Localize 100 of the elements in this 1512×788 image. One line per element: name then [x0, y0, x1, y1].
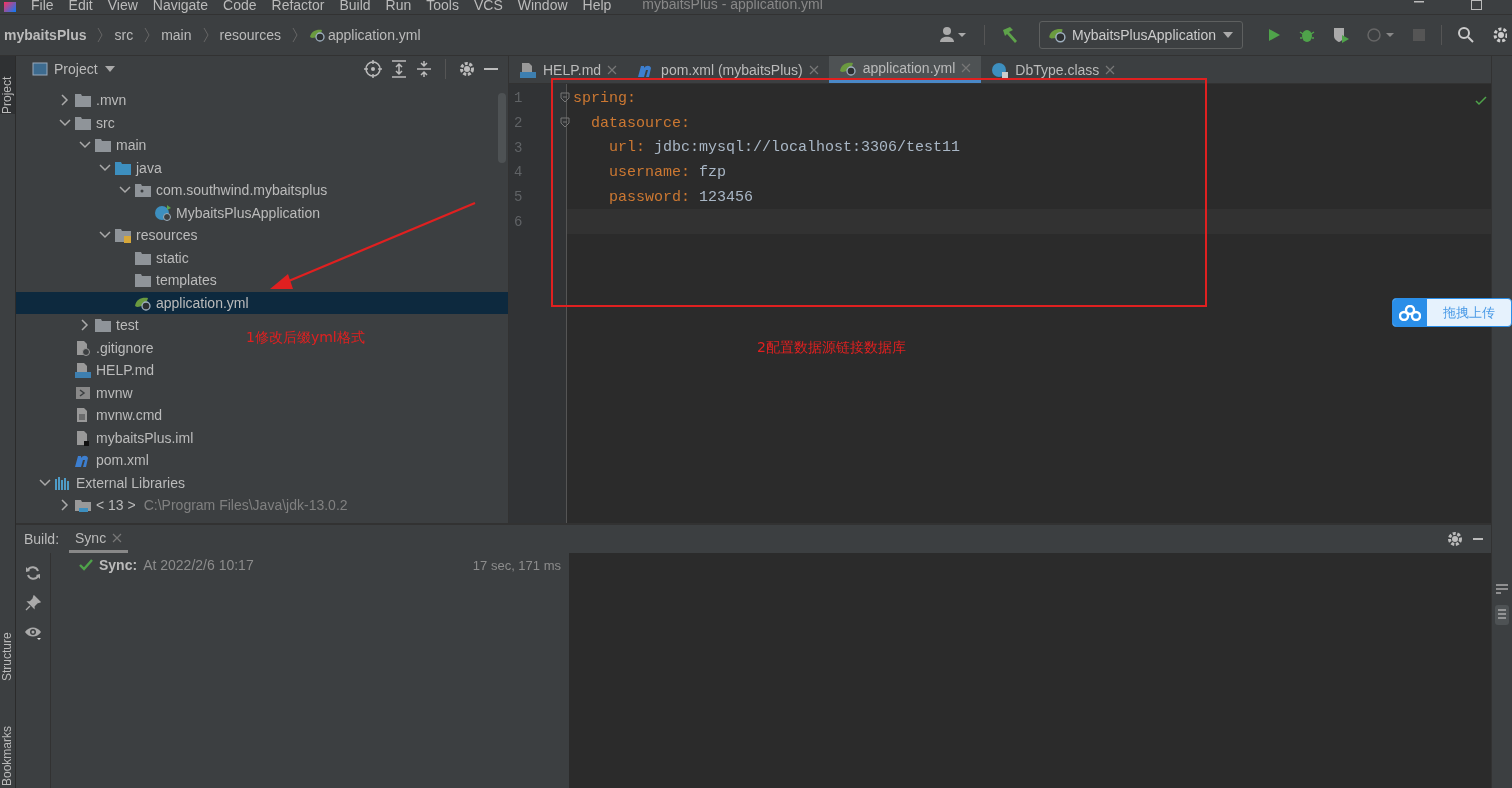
search-icon[interactable]: [1457, 26, 1475, 44]
chevron-right-icon[interactable]: [60, 499, 70, 512]
tree-item[interactable]: HELP.md: [16, 359, 159, 382]
chevron-down-icon[interactable]: [99, 162, 111, 173]
close-icon[interactable]: [1105, 64, 1116, 75]
file-icon: [74, 339, 92, 356]
chevron-down-icon[interactable]: [79, 140, 91, 151]
panel-title: Build:: [24, 531, 60, 547]
resources-folder-icon: [114, 227, 132, 244]
list-icon[interactable]: [1495, 583, 1509, 597]
build-title[interactable]: Sync:: [99, 557, 138, 573]
tree-item[interactable]: application.yml: [16, 291, 508, 314]
sync-icon[interactable]: [25, 565, 41, 581]
tree-item[interactable]: main: [16, 134, 151, 157]
code-key: datasource:: [591, 114, 691, 132]
markdown-file-icon: [519, 61, 537, 78]
eye-icon[interactable]: [24, 625, 42, 641]
close-icon[interactable]: [607, 64, 618, 75]
folder-icon: [134, 249, 152, 266]
editor-tab[interactable]: application.yml: [828, 56, 982, 83]
menu-item[interactable]: Build: [339, 0, 371, 12]
menu-item[interactable]: View: [107, 0, 138, 12]
chevron-right-icon[interactable]: [80, 319, 90, 332]
tree-item[interactable]: pom.xml: [16, 449, 153, 472]
checkmark-icon: [1475, 96, 1487, 106]
shield-run-icon[interactable]: [1332, 26, 1350, 44]
panel-title-dropdown[interactable]: Project: [32, 60, 116, 77]
tree-item[interactable]: mvnw: [16, 381, 137, 404]
leaf-file-icon: [838, 60, 857, 76]
settings-icon[interactable]: [1447, 531, 1463, 547]
chevron-right-icon[interactable]: [60, 94, 70, 107]
panel-tab[interactable]: Sync: [69, 525, 129, 553]
annotation-note: 2配置数据源链接数据库: [757, 339, 906, 357]
close-icon[interactable]: [112, 532, 123, 543]
breadcrumb-item[interactable]: mybaitsPlus: [4, 27, 87, 43]
tree-item[interactable]: External Libraries: [16, 471, 189, 494]
fold-icon[interactable]: [560, 117, 570, 130]
settings-icon[interactable]: [1491, 26, 1507, 44]
side-tab[interactable]: Project: [0, 56, 15, 114]
close-icon[interactable]: [808, 64, 819, 75]
chevron-down-icon[interactable]: [99, 230, 111, 241]
terminal-file-icon: [74, 384, 92, 401]
pin-icon[interactable]: [25, 595, 41, 611]
run-configuration-dropdown[interactable]: MybaitsPlusApplication: [1039, 21, 1243, 49]
menu-item[interactable]: VCS: [473, 0, 503, 12]
chevron-down-icon[interactable]: [59, 117, 71, 128]
locate-icon[interactable]: [364, 59, 382, 78]
chevron-down-icon[interactable]: [39, 477, 51, 488]
breadcrumb-item[interactable]: main: [161, 27, 192, 43]
folder-icon: [74, 497, 92, 514]
tree-item[interactable]: .mvn: [16, 89, 131, 112]
menu-item[interactable]: Run: [385, 0, 412, 12]
menu-item[interactable]: Code: [223, 0, 257, 12]
caret-icon: [1222, 31, 1234, 39]
tree-item[interactable]: templates: [16, 269, 221, 292]
tree-item[interactable]: < 13 > C:\Program Files\Java\jdk-13.0.2: [16, 494, 352, 517]
code-key: password:: [609, 188, 690, 206]
annotation-note: 1修改后缀yml格式: [246, 329, 365, 347]
tree-item[interactable]: mybaitsPlus.iml: [16, 426, 198, 449]
editor-tab[interactable]: pom.xml (mybaitsPlus): [627, 56, 829, 83]
menu-item[interactable]: Edit: [68, 0, 93, 12]
tree-item[interactable]: mvnw.cmd: [16, 404, 167, 427]
folder-icon: [94, 137, 112, 154]
menu-item[interactable]: Navigate: [152, 0, 209, 12]
chevron-down-icon[interactable]: [119, 185, 131, 196]
bars-icon: [54, 474, 72, 491]
tree-item[interactable]: src: [16, 111, 119, 134]
menu-item[interactable]: Help: [582, 0, 612, 12]
tree-item[interactable]: resources: [16, 224, 202, 247]
menu-item[interactable]: File: [31, 0, 54, 12]
menu-item[interactable]: Window: [517, 0, 568, 12]
tree-item[interactable]: static: [16, 246, 193, 269]
editor-tab[interactable]: DbType.class: [981, 56, 1126, 83]
tree-item[interactable]: com.southwind.mybaitsplus: [16, 179, 332, 202]
menu-item[interactable]: Refactor: [271, 0, 325, 12]
folder-icon: [74, 92, 92, 109]
tree-item[interactable]: .gitignore: [16, 336, 158, 359]
side-tab[interactable]: Bookmarks: [0, 716, 15, 786]
tree-item[interactable]: java: [16, 156, 166, 179]
fold-icon[interactable]: [560, 92, 570, 105]
breadcrumb-item[interactable]: src: [114, 27, 134, 43]
tree-item[interactable]: MybaitsPlusApplication: [16, 201, 324, 224]
breadcrumb-item[interactable]: application.yml: [309, 27, 421, 43]
menu-item[interactable]: Tools: [426, 0, 459, 12]
code-value: 123456: [699, 188, 754, 206]
list-toggle-icon[interactable]: [1495, 605, 1509, 625]
run-icon[interactable]: [1266, 27, 1282, 43]
maximize-icon[interactable]: [1470, 0, 1482, 12]
code-value: fzp: [699, 163, 727, 181]
side-tab[interactable]: Structure: [0, 621, 15, 681]
tree-item[interactable]: test: [16, 314, 143, 337]
settings-icon[interactable]: [459, 60, 475, 77]
caret-icon: [103, 64, 116, 73]
code-key: spring:: [573, 89, 636, 107]
breadcrumb-item[interactable]: resources: [219, 27, 281, 43]
collapse-all-icon[interactable]: [416, 59, 432, 78]
expand-all-icon[interactable]: [391, 59, 407, 78]
window-icon: [32, 61, 48, 76]
editor-tab[interactable]: HELP.md: [509, 56, 628, 83]
chevron-icon: [144, 27, 151, 43]
